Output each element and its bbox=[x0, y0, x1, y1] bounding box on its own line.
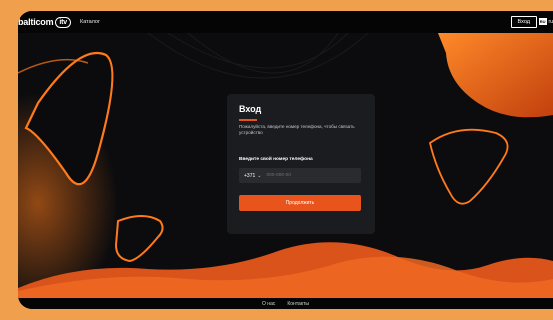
logo-badge: itv bbox=[55, 16, 71, 28]
language-switcher[interactable]: RU ru bbox=[538, 18, 553, 25]
language-flag-icon: RU bbox=[538, 18, 547, 25]
triangle-right bbox=[428, 128, 509, 205]
login-description: Пожалуйста, введите номер телефона, чтоб… bbox=[239, 124, 355, 136]
app-screen: balticom itv Каталог Вход RU ru Вход Пож… bbox=[18, 11, 553, 309]
triangle-small bbox=[114, 215, 164, 263]
title-accent-line bbox=[239, 119, 257, 121]
footer: О нас Контакты bbox=[18, 298, 553, 309]
footer-contacts-link[interactable]: Контакты bbox=[287, 301, 309, 307]
country-code-value: +371 bbox=[244, 172, 256, 179]
logo-text: balticom bbox=[18, 17, 54, 27]
continue-button[interactable]: Продолжить bbox=[239, 195, 361, 211]
chevron-down-icon: ⌄ bbox=[257, 172, 262, 179]
phone-number-input[interactable] bbox=[266, 173, 347, 178]
phone-field: +371 ⌄ bbox=[239, 168, 361, 183]
phone-field-label: Введите свой номер телефона bbox=[239, 157, 313, 162]
brand-logo[interactable]: balticom itv bbox=[18, 16, 71, 28]
nav-catalog-link[interactable]: Каталог bbox=[80, 19, 100, 25]
top-navigation-bar: balticom itv Каталог Вход RU ru bbox=[18, 11, 553, 33]
country-code-select[interactable]: +371 ⌄ bbox=[244, 173, 261, 179]
header-login-button[interactable]: Вход bbox=[510, 16, 537, 28]
login-title: Вход bbox=[239, 104, 262, 114]
login-card: Вход Пожалуйста, введите номер телефона,… bbox=[227, 94, 375, 234]
footer-about-link[interactable]: О нас bbox=[262, 301, 275, 307]
language-code: ru bbox=[548, 18, 553, 25]
